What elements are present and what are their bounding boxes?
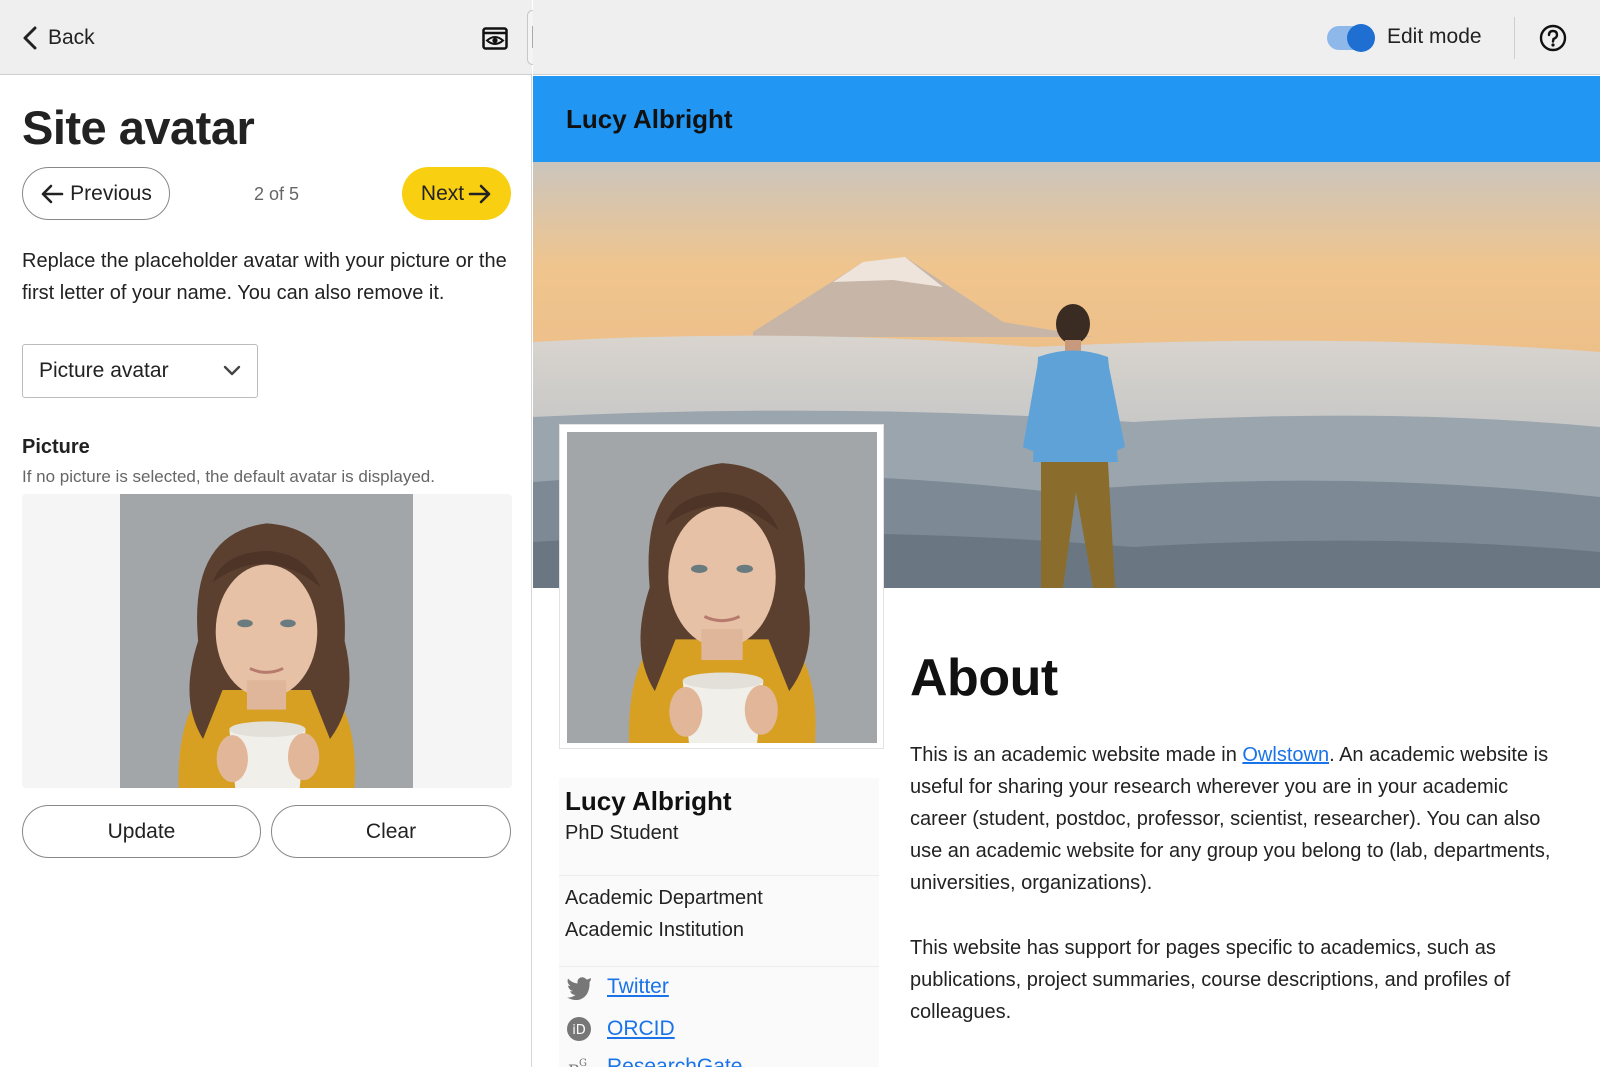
- step-counter: 2 of 5: [254, 184, 300, 204]
- svg-text:G: G: [579, 1058, 587, 1067]
- help-icon[interactable]: [1539, 24, 1567, 52]
- picture-label: Picture: [22, 436, 90, 458]
- profile-institution: Academic Institution: [565, 919, 744, 941]
- edit-mode-label: Edit mode: [1387, 25, 1482, 48]
- profile-card: Lucy Albright PhD Student Academic Depar…: [559, 778, 879, 1067]
- researchgate-link[interactable]: ResearchGate: [607, 1055, 742, 1067]
- about-text: . An academic website is useful for shar…: [910, 744, 1551, 894]
- avatar-picture: [120, 494, 413, 788]
- profile-department: Academic Department: [565, 887, 763, 909]
- profile-role: PhD Student: [565, 822, 679, 844]
- picture-help-text: If no picture is selected, the default a…: [22, 467, 435, 486]
- profile-affiliation: Academic Department Academic Institution: [565, 882, 763, 946]
- preview-toolbar: Edit mode: [533, 0, 1600, 75]
- site-name[interactable]: Lucy Albright: [566, 104, 733, 135]
- twitter-icon: [567, 977, 591, 1000]
- orcid-icon: iD: [567, 1017, 591, 1041]
- next-button[interactable]: Next: [402, 167, 511, 220]
- owlstown-link[interactable]: Owlstown: [1242, 744, 1329, 766]
- picture-preview[interactable]: [22, 494, 512, 788]
- back-label: Back: [48, 26, 95, 49]
- twitter-link[interactable]: Twitter: [607, 975, 669, 999]
- avatar-type-value: Picture avatar: [39, 359, 169, 382]
- clear-button[interactable]: Clear: [271, 805, 511, 858]
- arrow-right-icon: [468, 184, 491, 203]
- preview-eye-icon[interactable]: [482, 25, 508, 51]
- editor-toolbar: Back: [0, 0, 532, 75]
- profile-link-orcid[interactable]: iD ORCID: [565, 1016, 675, 1042]
- profile-link-twitter[interactable]: Twitter: [565, 974, 669, 1000]
- profile-divider: [559, 966, 879, 967]
- next-label: Next: [420, 181, 465, 205]
- editor-panel: Back Site avatar Previous 2 of 5 Next Re…: [0, 0, 532, 1067]
- previous-label: Previous: [70, 181, 152, 205]
- update-button[interactable]: Update: [22, 805, 261, 858]
- previous-button[interactable]: Previous: [22, 167, 170, 220]
- site-header: Lucy Albright: [533, 76, 1600, 162]
- about-paragraph-1: This is an academic website made in Owls…: [910, 739, 1570, 899]
- researchgate-icon: RG: [568, 1058, 587, 1067]
- svg-text:iD: iD: [572, 1023, 586, 1038]
- avatar-type-select[interactable]: Picture avatar: [22, 344, 258, 398]
- back-button[interactable]: Back: [22, 22, 95, 54]
- profile-divider: [559, 875, 879, 876]
- about-text: This is an academic website made in: [910, 744, 1243, 766]
- arrow-left-icon: [41, 184, 64, 203]
- profile-link-researchgate[interactable]: RG ResearchGate: [565, 1054, 742, 1067]
- orcid-link[interactable]: ORCID: [607, 1017, 675, 1041]
- site-avatar-card[interactable]: [559, 424, 884, 749]
- about-paragraph-2: This website has support for pages speci…: [910, 937, 1511, 1023]
- chevron-down-icon: [223, 365, 241, 376]
- about-heading: About: [910, 649, 1058, 707]
- toolbar-divider: [1514, 17, 1515, 59]
- site-avatar-picture: [567, 432, 877, 743]
- profile-name: Lucy Albright: [565, 786, 732, 816]
- edit-mode-toggle[interactable]: [1327, 24, 1375, 52]
- step-description: Replace the placeholder avatar with your…: [22, 250, 507, 304]
- page-title: Site avatar: [22, 101, 255, 154]
- chevron-left-icon: [23, 26, 37, 50]
